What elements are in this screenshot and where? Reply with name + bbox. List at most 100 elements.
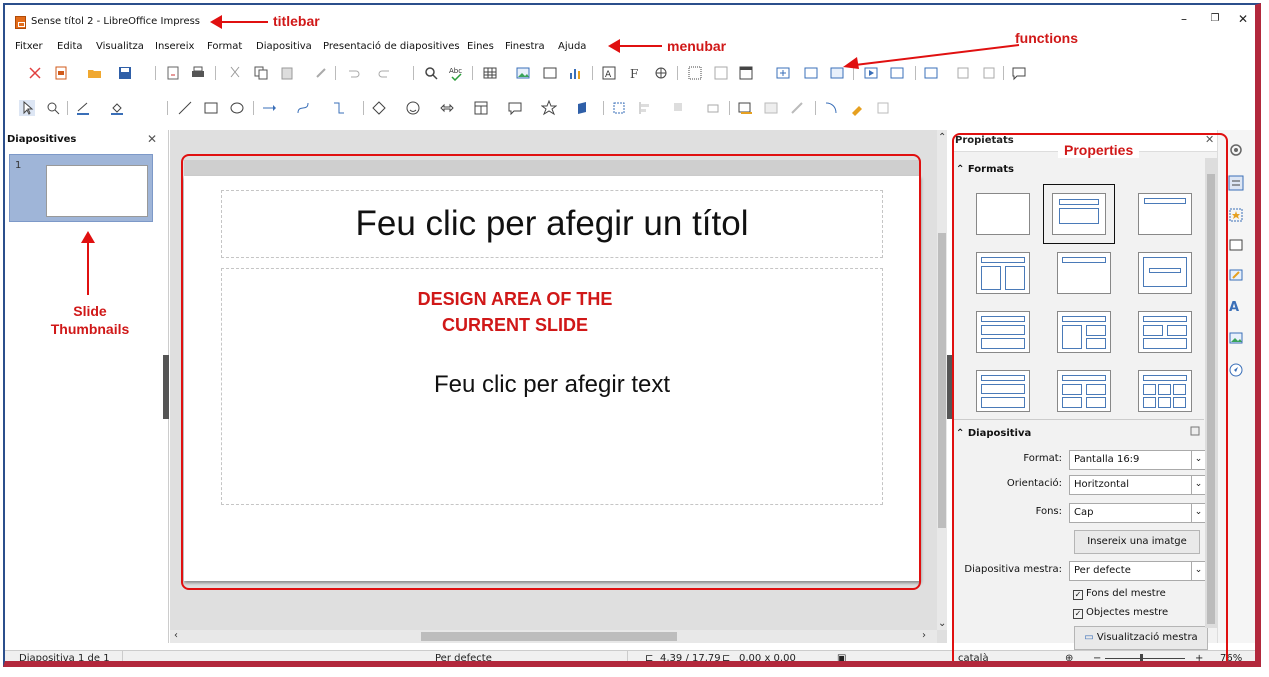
layout-title-4content[interactable] [1057, 370, 1111, 412]
close-document-icon[interactable] [27, 65, 43, 81]
sidebar-scroll-thumb[interactable] [1207, 174, 1215, 624]
text-box-icon[interactable]: A [601, 65, 617, 81]
layout-title-2content[interactable] [976, 252, 1030, 294]
arrange-icon[interactable] [671, 100, 687, 116]
image-effects-icon[interactable] [789, 100, 805, 116]
scroll-down-icon[interactable]: ⌄ [938, 618, 946, 629]
menu-diapositiva[interactable]: Diapositiva [256, 41, 312, 52]
insert-image-button[interactable]: Insereix una imatge [1074, 530, 1200, 554]
points-icon[interactable] [823, 100, 839, 116]
layout-title-top[interactable] [1057, 252, 1111, 294]
slides-pane-close-icon[interactable]: ✕ [147, 132, 157, 146]
vertical-scrollbar[interactable]: ⌃ ⌄ [937, 130, 947, 630]
fill-color-icon[interactable] [109, 100, 125, 116]
horizontal-scroll-thumb[interactable] [421, 632, 677, 641]
display-grid-icon[interactable] [687, 65, 703, 81]
vertical-scroll-thumb[interactable] [938, 233, 946, 528]
zoom-slider[interactable] [1105, 658, 1185, 659]
orientation-select[interactable]: Horitzontal ⌄ [1069, 475, 1206, 495]
title-placeholder[interactable]: Feu clic per afegir un títol [221, 190, 883, 258]
hyperlink-icon[interactable] [653, 65, 669, 81]
animation-deck-icon[interactable] [1228, 207, 1244, 223]
table-icon[interactable] [482, 65, 498, 81]
layout-title-6content[interactable] [1138, 370, 1192, 412]
insert-media-icon[interactable] [542, 65, 558, 81]
line-color-icon[interactable] [75, 100, 91, 116]
horizontal-scrollbar[interactable]: ‹ › [170, 630, 937, 643]
shadow-toggle-icon[interactable] [737, 100, 753, 116]
line-icon[interactable] [177, 100, 193, 116]
flowchart-icon[interactable] [473, 100, 489, 116]
clone-formatting-icon[interactable] [313, 65, 329, 81]
format-select[interactable]: Pantalla 16:9 ⌄ [1069, 450, 1206, 470]
zoom-pan-icon[interactable] [45, 100, 61, 116]
distribute-icon[interactable] [705, 100, 721, 116]
language[interactable]: català [958, 653, 989, 664]
image-filter-icon[interactable] [763, 100, 779, 116]
cut-icon[interactable] [227, 65, 243, 81]
layout-title-2content-content[interactable] [1057, 311, 1111, 353]
slide-section-header[interactable]: ⌃ Diapositiva [956, 428, 1031, 439]
menu-edita[interactable]: Edita [57, 41, 83, 52]
zoom-slider-thumb[interactable] [1140, 654, 1143, 663]
copy-icon[interactable] [253, 65, 269, 81]
symbol-shapes-icon[interactable] [405, 100, 421, 116]
layout-centered-text[interactable] [1138, 252, 1192, 294]
menu-format[interactable]: Format [207, 41, 242, 52]
menu-finestra[interactable]: Finestra [505, 41, 545, 52]
scroll-left-icon[interactable]: ‹ [174, 630, 178, 641]
helplines-icon[interactable] [713, 65, 729, 81]
3d-objects-icon[interactable] [575, 100, 591, 116]
settings-gear-icon[interactable] [1228, 142, 1244, 158]
new-document-icon[interactable] [53, 65, 69, 81]
save-icon[interactable] [117, 65, 133, 81]
print-icon[interactable] [190, 65, 206, 81]
menu-visualitza[interactable]: Visualitza [96, 41, 144, 52]
formats-section-header[interactable]: ⌃ Formats [956, 164, 1014, 175]
properties-close-icon[interactable]: ✕ [1205, 133, 1214, 146]
layout-title-content[interactable] [1043, 184, 1115, 244]
block-arrows-icon[interactable] [439, 100, 455, 116]
zoom-in-icon[interactable]: + [1195, 653, 1203, 664]
master-objects-checkbox[interactable]: ✓ Objectes mestre [1073, 607, 1168, 619]
new-slide-icon[interactable] [775, 65, 791, 81]
layout-blank[interactable] [976, 193, 1030, 235]
undo-icon[interactable] [345, 65, 361, 81]
fit-slide-icon[interactable]: ⊕ [1065, 653, 1073, 664]
styles-deck-icon[interactable]: A [1228, 298, 1244, 314]
paste-icon[interactable] [279, 65, 295, 81]
navigator-deck-icon[interactable] [1228, 362, 1244, 378]
gallery-deck-icon[interactable] [1228, 330, 1244, 346]
menu-ajuda[interactable]: Ajuda [558, 41, 586, 52]
layout-title-content-over-content[interactable] [976, 370, 1030, 412]
redo-icon[interactable] [377, 65, 393, 81]
menu-fitxer[interactable]: Fitxer [15, 41, 43, 52]
connector-icon[interactable] [331, 100, 347, 116]
menu-presentacio[interactable]: Presentació de diapositives [323, 41, 460, 52]
left-pane-splitter[interactable] [163, 355, 169, 419]
stars-icon[interactable] [541, 100, 557, 116]
document-modified-icon[interactable]: ▣ [837, 653, 846, 664]
current-slide[interactable]: Feu clic per afegir un títol Feu clic pe… [184, 176, 921, 581]
fontwork-icon[interactable]: F [627, 65, 643, 81]
master-view-button[interactable]: ▭ Visualització mestra [1074, 626, 1208, 650]
slide-layout-icon[interactable] [738, 65, 754, 81]
export-pdf-icon[interactable] [165, 65, 181, 81]
arrow-line-icon[interactable] [261, 100, 277, 116]
curve-icon[interactable] [295, 100, 311, 116]
insert-image-icon[interactable] [515, 65, 531, 81]
ellipse-icon[interactable] [229, 100, 245, 116]
toggle-extrusion-icon[interactable] [875, 100, 891, 116]
scroll-up-icon[interactable]: ⌃ [938, 132, 946, 143]
find-replace-icon[interactable] [423, 65, 439, 81]
restore-icon[interactable]: ❐ [1208, 13, 1222, 27]
more-options-icon[interactable] [1190, 426, 1200, 436]
close-icon[interactable]: ✕ [1236, 13, 1250, 27]
layout-title-only[interactable] [1138, 193, 1192, 235]
minimize-icon[interactable]: – [1177, 13, 1191, 27]
select-arrow-icon[interactable] [19, 100, 35, 116]
scroll-right-icon[interactable]: › [922, 630, 926, 641]
align-objects-icon[interactable] [637, 100, 653, 116]
glue-points-icon[interactable] [849, 100, 865, 116]
layout-title-2content-over[interactable] [1138, 311, 1192, 353]
